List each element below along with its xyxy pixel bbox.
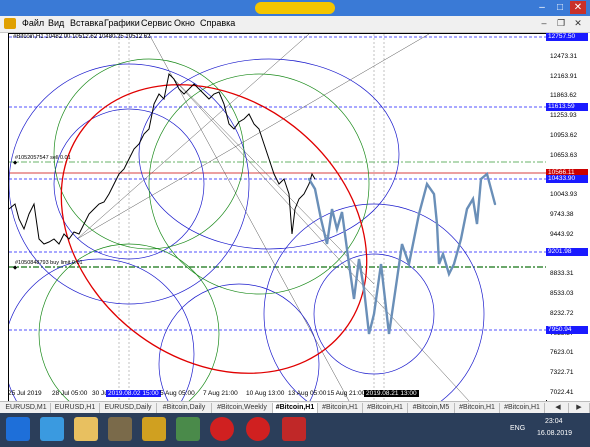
menu-insert[interactable]: Вставка [70, 18, 103, 28]
time-label: 15 Aug 21:00 [327, 390, 366, 397]
maximize-button[interactable]: □ [552, 1, 568, 14]
price-tick-label: 10043.93 [550, 191, 578, 199]
time-axis: 25 Jul 2019 28 Jul 05:00 30 Jul 2019.08.… [8, 389, 545, 399]
chart-canvas[interactable]: ◆ ◆ #Bitcoin,H1 10482.00 10512.62 10480.… [8, 33, 547, 402]
price-level-tag: 10433.90 [546, 175, 588, 183]
price-tick-label: 11253.93 [550, 112, 577, 120]
chart-tab[interactable]: #Bitcoin,M5 [408, 403, 455, 413]
menu-charts[interactable]: Графики [104, 18, 140, 28]
menu-bar: Файл Вид Вставка Графики Сервис Окно Спр… [0, 16, 590, 33]
menu-window[interactable]: Окно [174, 18, 195, 28]
broom-icon[interactable] [142, 417, 166, 441]
tab-scroll-left[interactable]: ◀ [548, 403, 569, 413]
chart-tab[interactable]: #Bitcoin,H1 [455, 403, 500, 413]
price-level-tag: 7950.94 [546, 326, 588, 334]
chart-tab[interactable]: #Bitcoin,H1 [500, 403, 545, 413]
price-tick-label: 7623.01 [550, 349, 574, 357]
start-button-icon[interactable] [6, 417, 30, 441]
price-tick-label: 9443.92 [550, 230, 574, 238]
price-tick-label: 11863.62 [550, 92, 577, 100]
price-tick-label: 12163.91 [550, 72, 578, 80]
close-button[interactable]: ✕ [570, 1, 586, 14]
time-label-highlight: 2019.08.02 15:00 [106, 390, 161, 397]
chart-tab[interactable]: #Bitcoin,Daily [157, 403, 212, 413]
terminal-icon[interactable] [176, 417, 200, 441]
clock-date[interactable]: 16.08.2019 [537, 430, 572, 437]
chart-tab-active[interactable]: #Bitcoin,H1 [273, 403, 318, 413]
mdi-minimize-button[interactable]: – [538, 18, 550, 29]
window-titlebar: – □ ✕ [0, 0, 590, 16]
price-tick-label: 7022.41 [550, 389, 574, 396]
price-tick-label: 8533.03 [550, 290, 574, 298]
time-label: 13 Aug 05:00 [288, 390, 327, 397]
price-tick-label: 8833.31 [550, 270, 574, 278]
price-level-tag: 11613.59 [546, 103, 588, 111]
price-axis: 12757.50 12473.31 12163.91 11863.62 11253.93… [546, 33, 590, 400]
time-label: 28 Jul 05:00 [52, 390, 88, 397]
windows-taskbar: ENG 23:04 16.08.2019 [0, 413, 590, 447]
price-tick-label: 9743.38 [550, 211, 574, 218]
p-app-icon[interactable] [210, 417, 234, 441]
menu-view[interactable]: Вид [48, 18, 64, 28]
title-logo [255, 2, 335, 14]
p-app-icon[interactable] [246, 417, 270, 441]
tab-scroll-right[interactable]: ▶ [569, 403, 590, 413]
chart-tab[interactable]: #Bitcoin,H1 [318, 403, 363, 413]
price-tick-label: 12473.31 [550, 52, 578, 60]
chart-tab[interactable]: #Bitcoin,H1 [363, 403, 408, 413]
minimize-button[interactable]: – [534, 1, 550, 14]
chart-tab[interactable]: EURUSD,H1 [51, 403, 100, 413]
chart-tab[interactable]: EURUSD,Daily [100, 403, 157, 413]
price-level-tag: 9201.98 [546, 248, 588, 256]
time-label: 10 Aug 13:00 [246, 390, 285, 397]
sell-order-label[interactable]: #1052057547 sell 0.01 [15, 155, 71, 161]
ie-icon[interactable] [40, 417, 64, 441]
chart-info-line: #Bitcoin,H1 10482.00 10512.62 10480.25 1… [13, 34, 151, 40]
chart-tab[interactable]: #Bitcoin,Weekly [212, 403, 273, 413]
price-level-tag: 12757.50 [546, 33, 588, 41]
gift-icon[interactable] [282, 417, 306, 441]
time-label-highlight: 2019.08.21 13:00 [364, 390, 419, 397]
buy-limit-order-label[interactable]: #1050848793 buy limit 0.01 [15, 260, 83, 266]
app-icon[interactable] [108, 417, 132, 441]
time-label: 5 Aug 05:00 [160, 390, 195, 397]
time-label: 25 Jul 2019 [8, 390, 42, 397]
clock-time[interactable]: 23:04 [545, 418, 563, 425]
chart-tab[interactable]: EURUSD,M1 [2, 403, 51, 413]
menu-tools[interactable]: Сервис [141, 18, 172, 28]
menu-file[interactable]: Файл [22, 18, 44, 28]
price-tick-label: 10653.63 [550, 151, 578, 159]
menu-help[interactable]: Справка [200, 18, 235, 28]
time-label: 7 Aug 21:00 [203, 390, 238, 397]
price-tick-label: 7322.71 [550, 369, 574, 377]
language-indicator[interactable]: ENG [510, 425, 525, 432]
mdi-restore-button[interactable]: ❐ [555, 18, 567, 29]
folder-icon[interactable] [74, 417, 98, 441]
mdi-close-button[interactable]: ✕ [572, 18, 584, 29]
app-icon[interactable] [4, 18, 16, 29]
chart-drawing: ◆ ◆ [9, 34, 546, 401]
price-tick-label: 10953.62 [550, 131, 578, 139]
price-tick-label: 8232.72 [550, 309, 574, 317]
